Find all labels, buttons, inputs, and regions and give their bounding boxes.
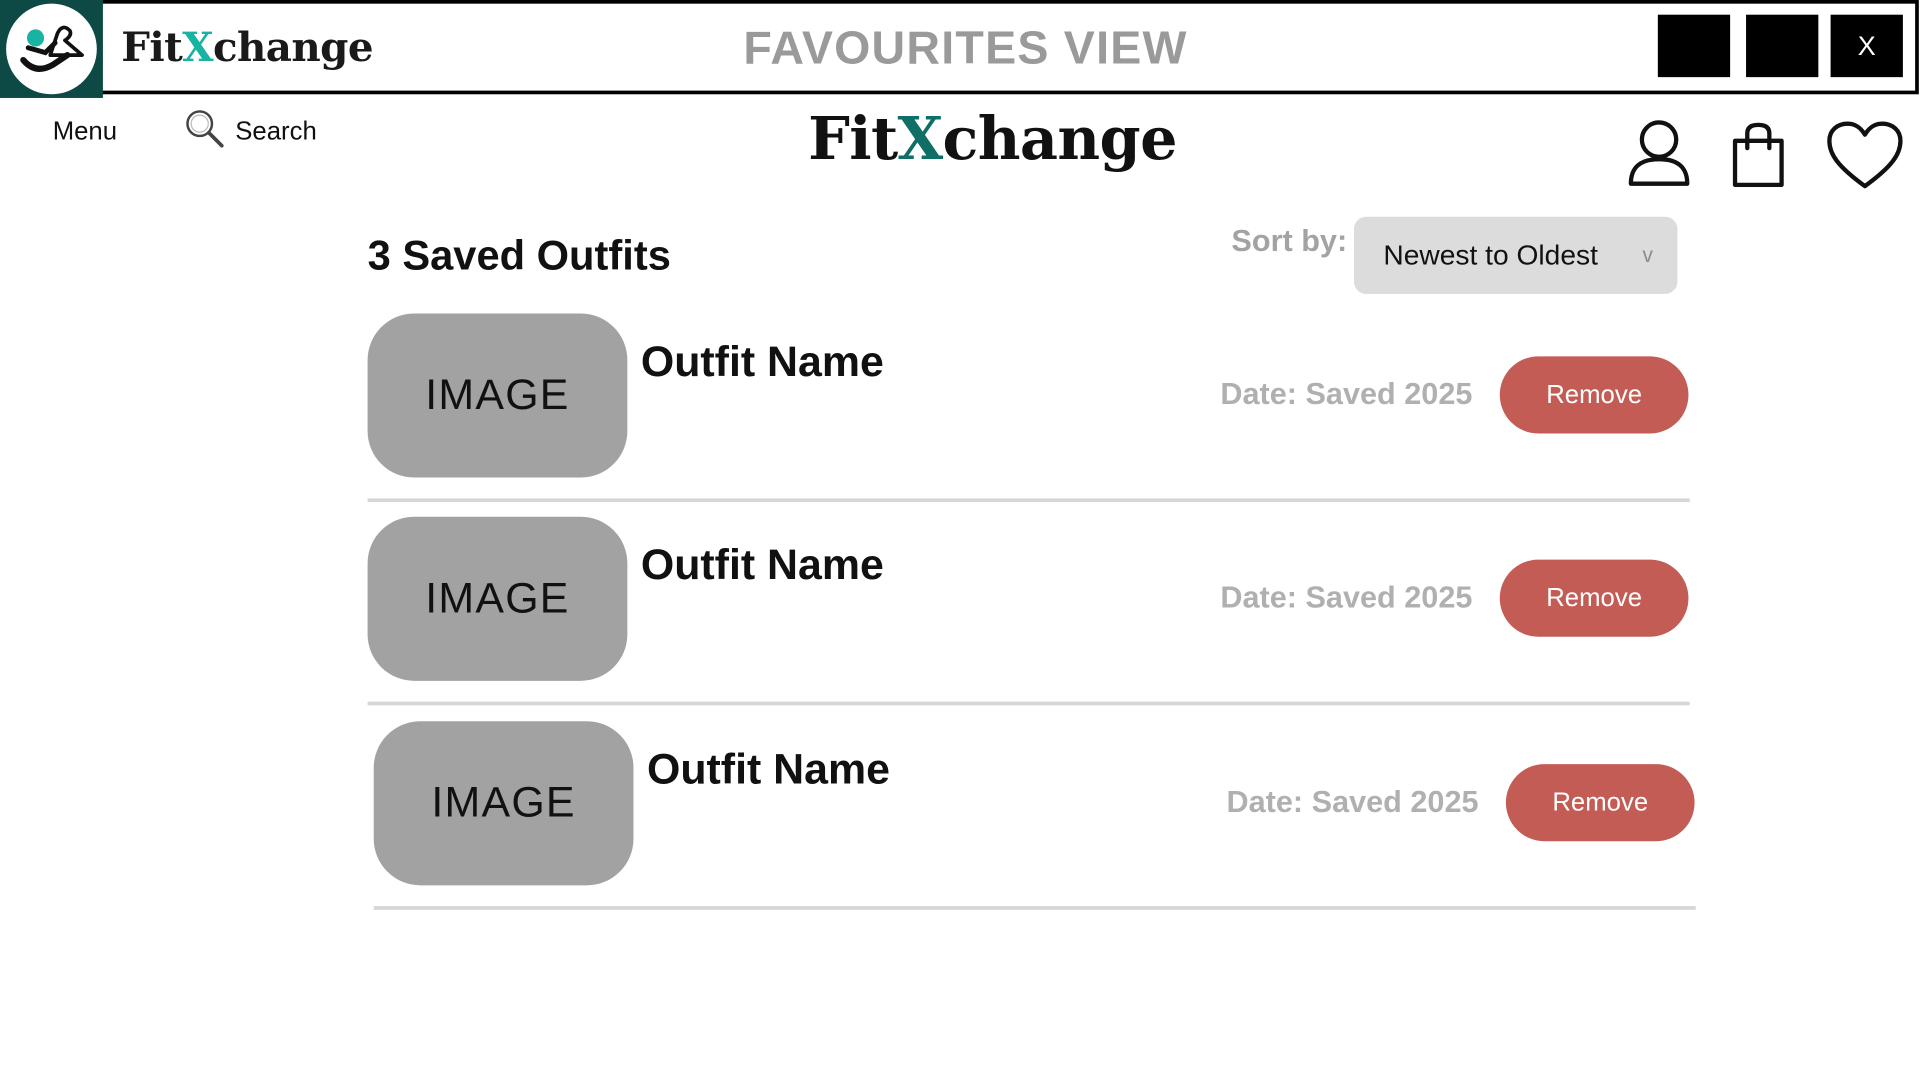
saved-outfit-row: IMAGE Outfit Name Date: Saved 2025 Remov…	[367, 516, 1691, 713]
saved-date: Date: Saved 2025	[1226, 784, 1479, 820]
app-logo-icon	[0, 0, 103, 98]
remove-button[interactable]: Remove	[1499, 356, 1689, 434]
menu-button[interactable]: Menu	[53, 118, 117, 147]
search-icon	[184, 108, 226, 157]
minimize-button[interactable]	[1657, 14, 1731, 78]
user-icon[interactable]	[1625, 119, 1694, 194]
saved-outfits-count: 3 Saved Outfits	[367, 232, 671, 280]
heart-icon[interactable]	[1826, 120, 1904, 197]
window-title-bar: FitXchange FAVOURITES VIEW X	[0, 0, 1919, 98]
outfit-image[interactable]: IMAGE	[367, 516, 628, 681]
row-divider	[367, 498, 1690, 503]
search-button[interactable]: Search	[184, 110, 317, 154]
saved-outfit-row: IMAGE Outfit Name Date: Saved 2025 Remov…	[367, 313, 1691, 509]
row-divider	[373, 906, 1696, 910]
outfit-image[interactable]: IMAGE	[367, 313, 628, 478]
outfit-name[interactable]: Outfit Name	[641, 338, 884, 387]
saved-outfit-row: IMAGE Outfit Name Date: Saved 2025 Remov…	[373, 721, 1697, 917]
sort-dropdown[interactable]: Newest to Oldest v	[1353, 216, 1678, 294]
remove-button[interactable]: Remove	[1505, 764, 1695, 842]
window-title: FAVOURITES VIEW	[743, 23, 1188, 75]
sort-value: Newest to Oldest	[1383, 238, 1598, 271]
saved-date: Date: Saved 2025	[1220, 580, 1473, 615]
search-label: Search	[235, 117, 317, 146]
chevron-down-icon: v	[1642, 243, 1653, 267]
remove-button[interactable]: Remove	[1499, 559, 1689, 637]
close-button[interactable]: X	[1830, 14, 1903, 78]
outfit-image[interactable]: IMAGE	[373, 721, 634, 886]
brand-logo[interactable]: FitXchange	[735, 105, 1250, 174]
app-brand-name: FitXchange	[121, 23, 373, 72]
shopping-bag-icon[interactable]	[1728, 121, 1789, 193]
row-divider	[367, 701, 1690, 706]
outfit-name[interactable]: Outfit Name	[641, 541, 884, 590]
saved-date: Date: Saved 2025	[1220, 377, 1473, 412]
outfit-name[interactable]: Outfit Name	[647, 746, 890, 795]
maximize-button[interactable]	[1746, 14, 1819, 78]
sort-label: Sort by:	[1231, 224, 1348, 259]
